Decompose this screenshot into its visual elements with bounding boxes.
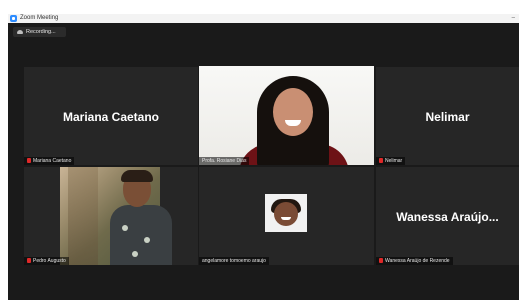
recording-icon bbox=[17, 30, 23, 34]
person-hair bbox=[121, 170, 153, 182]
participant-label-text: Pedro Augusto bbox=[33, 258, 66, 264]
video-tree bbox=[68, 167, 98, 265]
speaker-face bbox=[273, 88, 313, 136]
participant-name-label: Pedro Augusto bbox=[24, 257, 69, 265]
video-feed bbox=[60, 167, 172, 265]
participant-tile-wanessa[interactable]: Wanessa Araújo... Wanessa Araújo de Reze… bbox=[376, 167, 519, 265]
zoom-app-icon bbox=[10, 15, 17, 22]
participant-label-text: Mariana Caetano bbox=[33, 158, 72, 164]
profile-smile bbox=[281, 217, 291, 220]
person-shirt bbox=[110, 205, 172, 265]
participant-tile-active-speaker[interactable]: Profa. Rosiane Dias bbox=[199, 66, 374, 165]
muted-mic-icon bbox=[379, 158, 383, 163]
muted-mic-icon bbox=[27, 258, 31, 263]
participant-name-label: Nelimar bbox=[376, 157, 406, 165]
participant-tile-pedro[interactable]: Pedro Augusto bbox=[24, 167, 198, 265]
profile-photo bbox=[265, 194, 307, 232]
title-bar: Zoom Meeting – bbox=[8, 14, 519, 23]
participant-tile-angelamore[interactable]: angelamore tomoemo araujo bbox=[199, 167, 374, 265]
participant-display-name: Nelimar bbox=[425, 110, 470, 124]
participant-display-name: Mariana Caetano bbox=[62, 110, 160, 124]
shirt-print bbox=[122, 225, 128, 231]
participant-tile-mariana[interactable]: Mariana Caetano Mariana Caetano bbox=[24, 67, 198, 165]
participant-name-label: Wanessa Araújo de Rezende bbox=[376, 257, 453, 265]
participant-name-label: angelamore tomoemo araujo bbox=[199, 257, 269, 265]
participant-label-text: Profa. Rosiane Dias bbox=[202, 158, 247, 164]
zoom-meeting-window: Zoom Meeting – Recording... Mariana Caet… bbox=[8, 14, 519, 300]
shirt-print bbox=[132, 251, 138, 257]
participant-name-label: Profa. Rosiane Dias bbox=[199, 157, 250, 165]
window-title: Zoom Meeting bbox=[20, 15, 59, 21]
profile-face bbox=[274, 202, 298, 226]
minimize-icon[interactable]: – bbox=[512, 14, 515, 23]
recording-indicator[interactable]: Recording... bbox=[13, 27, 66, 37]
participant-label-text: Nelimar bbox=[385, 158, 403, 164]
recording-label: Recording... bbox=[26, 29, 56, 35]
shirt-print bbox=[144, 237, 150, 243]
participant-label-text: Wanessa Araújo de Rezende bbox=[385, 258, 450, 264]
participant-label-text: angelamore tomoemo araujo bbox=[202, 258, 266, 264]
participant-display-name: Wanessa Araújo... bbox=[396, 210, 499, 224]
muted-mic-icon bbox=[27, 158, 31, 163]
muted-mic-icon bbox=[379, 258, 383, 263]
participant-name-label: Mariana Caetano bbox=[24, 157, 75, 165]
participant-tile-nelimar[interactable]: Nelimar Nelimar bbox=[376, 67, 519, 165]
